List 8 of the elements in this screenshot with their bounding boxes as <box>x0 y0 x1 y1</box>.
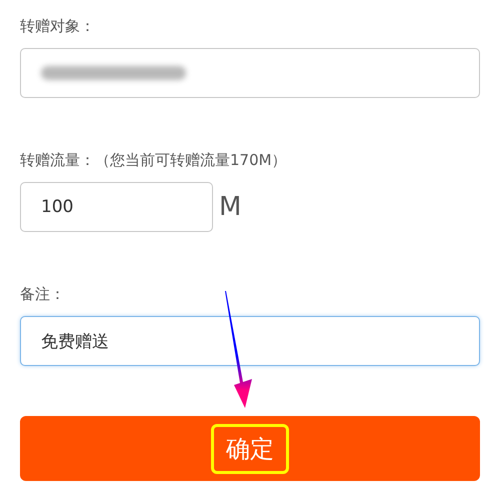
recipient-field[interactable] <box>20 48 480 98</box>
field-label: 备注： <box>20 284 66 304</box>
remark-field[interactable]: 免费赠送 <box>20 316 480 366</box>
highlight-frame: 确定 <box>211 424 289 474</box>
unit-label: M <box>219 192 242 222</box>
amount-field[interactable]: 100 <box>20 182 213 232</box>
field-label: 转赠对象： <box>20 16 96 36</box>
field-label: 转赠流量：（您当前可转赠流量170M） <box>20 150 288 170</box>
